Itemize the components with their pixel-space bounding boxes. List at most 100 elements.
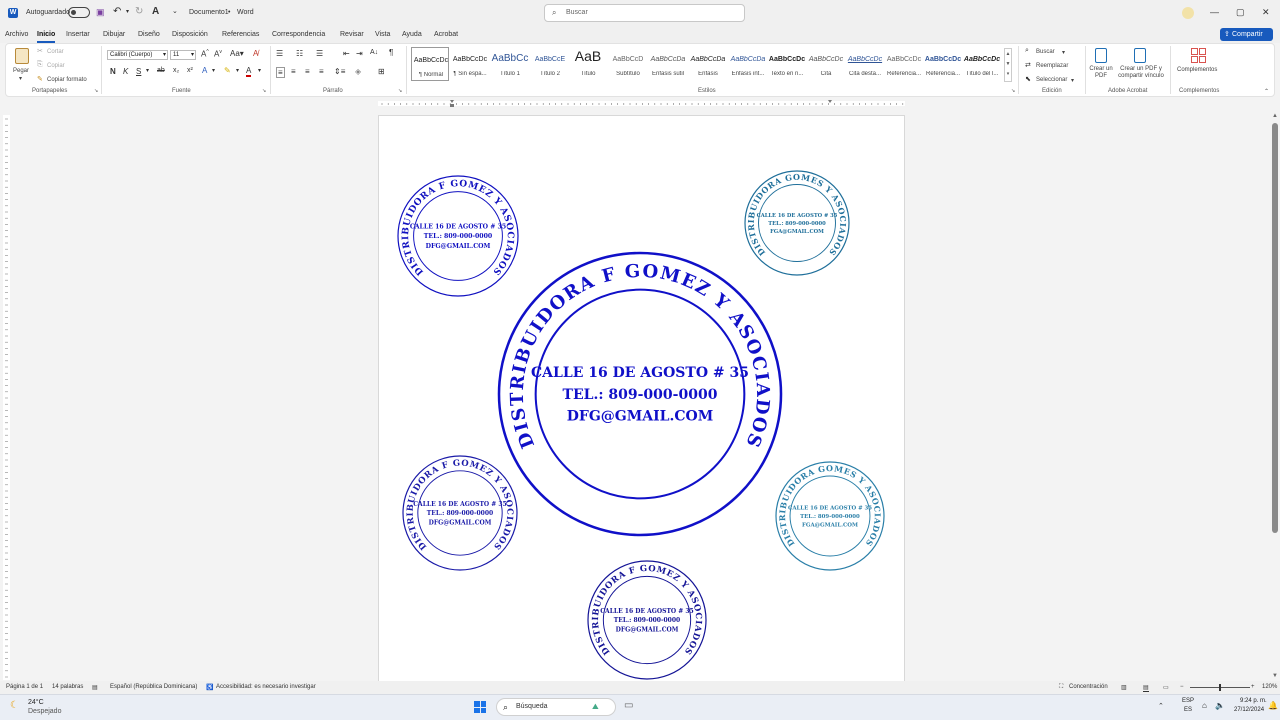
format-painter-icon[interactable]: ✎ [37, 75, 43, 83]
bullets-icon[interactable]: ☰ [276, 49, 283, 58]
company-stamp[interactable]: DISTRIBUIDORA GOMES Y ASOCIADOSCALLE 16 … [775, 461, 885, 571]
network-icon[interactable]: ⌂ [1202, 701, 1207, 710]
justify-icon[interactable]: ≡ [319, 67, 324, 76]
styles-launcher-icon[interactable]: ↘ [1011, 88, 1015, 94]
style-heading-1[interactable]: AaBbCc Título 1 [491, 47, 529, 81]
font-name-select[interactable]: Calibri (Cuerpo) ▾ [107, 50, 168, 60]
tray-overflow-icon[interactable]: ⌃ [1158, 702, 1164, 710]
style-no-spacing[interactable]: AaBbCcDc ¶ Sin espa... [451, 47, 489, 81]
clipboard-launcher-icon[interactable]: ↘ [94, 88, 98, 94]
tab-disposicion[interactable]: Disposición [172, 31, 208, 38]
style-normal[interactable]: AaBbCcDc ¶ Normal [411, 47, 449, 81]
tab-correspondencia[interactable]: Correspondencia [272, 31, 325, 38]
font-size-select[interactable]: 11 ▾ [170, 50, 196, 60]
read-mode-icon[interactable]: ▥ [1121, 684, 1127, 691]
language-status[interactable]: Español (República Dominicana) [110, 684, 197, 690]
start-icon[interactable] [474, 701, 486, 713]
share-button[interactable]: ⇪ Compartir [1220, 28, 1273, 41]
find-button[interactable]: Buscar [1036, 49, 1055, 55]
style-intense-reference[interactable]: AaBbCcDc Referencia... [924, 47, 962, 81]
align-right-icon[interactable]: ≡ [305, 67, 310, 76]
vertical-scrollbar[interactable] [1272, 123, 1278, 533]
maximize-icon[interactable]: ▢ [1236, 7, 1245, 18]
decrease-indent-icon[interactable]: ⇤ [343, 49, 350, 58]
copy-button[interactable]: Copiar [47, 63, 65, 69]
grow-font-icon[interactable]: A^ [201, 49, 209, 59]
company-stamp[interactable]: DISTRIBUIDORA GOMES Y ASOCIADOSCALLE 16 … [744, 170, 850, 276]
undo-icon[interactable]: ↶ [113, 6, 121, 17]
align-center-icon[interactable]: ≡ [291, 67, 296, 76]
zoom-level[interactable]: 120% [1262, 684, 1277, 690]
document-page[interactable]: DISTRIBUIDORA F GOMEZ Y ASOCIADOS CALLE 1… [378, 115, 905, 685]
subscript-icon[interactable]: x₂ [173, 67, 179, 74]
font-color-quick-icon[interactable]: A [152, 6, 159, 17]
font-color-dropdown-icon[interactable]: ▾ [258, 67, 261, 74]
clock-date[interactable]: 27/12/2024 [1234, 707, 1264, 713]
style-book-title[interactable]: AaBbCcDc Título del l... [963, 47, 1001, 81]
task-view-icon[interactable]: ▭ [624, 700, 633, 711]
align-left-icon[interactable]: ≡ [276, 67, 285, 78]
style-subtitle[interactable]: AaBbCcD Subtítulo [609, 47, 647, 81]
superscript-icon[interactable]: x² [187, 67, 193, 74]
show-formatting-icon[interactable]: ¶ [389, 48, 393, 57]
company-stamp[interactable]: DISTRIBUIDORA F GOMEZ Y ASOCIADOSCALLE 1… [497, 251, 783, 537]
notifications-icon[interactable]: 🔔 [1268, 701, 1278, 710]
close-icon[interactable]: ✕ [1262, 7, 1270, 18]
select-button[interactable]: Seleccionar [1036, 77, 1067, 83]
print-layout-icon[interactable]: ▤ [1143, 684, 1149, 692]
web-layout-icon[interactable]: ▭ [1163, 684, 1169, 691]
replace-button[interactable]: Reemplazar [1036, 63, 1068, 69]
clear-formatting-icon[interactable]: A̸ [253, 49, 258, 58]
style-strong[interactable]: AaBbCcDc Texto en n... [768, 47, 806, 81]
multilevel-list-icon[interactable]: ☰ [316, 49, 323, 58]
line-spacing-icon[interactable]: ⇕≡ [334, 67, 345, 76]
select-dropdown-icon[interactable]: ▾ [1071, 77, 1074, 84]
company-stamp[interactable]: DISTRIBUIDORA F GOMEZ Y ASOCIADOSCALLE 1… [402, 455, 518, 571]
company-stamp[interactable]: DISTRIBUIDORA F GOMEZ Y ASOCIADOSCALLE 1… [587, 560, 707, 680]
replace-icon[interactable]: ⇄ [1025, 61, 1031, 69]
cut-icon[interactable]: ✂ [37, 47, 43, 55]
tab-insertar[interactable]: Insertar [66, 31, 90, 38]
text-effects-icon[interactable]: A [202, 66, 207, 75]
minimize-icon[interactable]: — [1210, 7, 1219, 17]
tab-vista[interactable]: Vista [375, 31, 390, 38]
profile-avatar[interactable] [1182, 7, 1194, 19]
shading-icon[interactable]: ◈ [355, 67, 361, 76]
company-stamp[interactable]: DISTRIBUIDORA F GOMEZ Y ASOCIADOSCALLE 1… [397, 175, 519, 297]
copy-icon[interactable]: ⎘ [37, 61, 43, 69]
cut-button[interactable]: Cortar [47, 49, 64, 55]
zoom-slider-thumb[interactable] [1219, 684, 1221, 691]
customize-toolbar-icon[interactable]: ⌄ [172, 7, 178, 15]
accessibility-status[interactable]: Accesibilidad: es necesario investigar [216, 684, 316, 690]
style-heading-2[interactable]: AaBbCcE Título 2 [531, 47, 569, 81]
paste-button[interactable]: Pegar [13, 68, 29, 74]
focus-button[interactable]: Concentración [1069, 684, 1108, 690]
scroll-down-icon[interactable]: ▼ [1272, 673, 1278, 679]
search-input[interactable]: ⌕ Buscar [544, 4, 745, 22]
tab-diseno[interactable]: Diseño [138, 31, 160, 38]
highlight-dropdown-icon[interactable]: ▾ [236, 67, 239, 74]
create-share-pdf-button[interactable]: Crear un PDF y compartir vínculo [1114, 66, 1168, 80]
underline-dropdown-icon[interactable]: ▾ [146, 67, 149, 74]
text-effects-dropdown-icon[interactable]: ▾ [212, 67, 215, 74]
style-subtle-emphasis[interactable]: AaBbCcDa Énfasis sutil [649, 47, 687, 81]
page-count[interactable]: Página 1 de 1 [6, 684, 43, 690]
tab-referencias[interactable]: Referencias [222, 31, 259, 38]
paste-icon[interactable] [15, 48, 29, 64]
zoom-out-icon[interactable]: − [1180, 684, 1184, 690]
scroll-up-icon[interactable]: ▲ [1272, 113, 1278, 119]
tab-revisar[interactable]: Revisar [340, 31, 364, 38]
strikethrough-icon[interactable]: ab [157, 67, 165, 74]
horizontal-ruler[interactable] [378, 100, 905, 107]
word-count[interactable]: 14 palabras [52, 684, 83, 690]
clock-time[interactable]: 9:24 p. m. [1240, 698, 1267, 704]
change-case-icon[interactable]: Aa▾ [230, 49, 244, 58]
vertical-ruler[interactable] [3, 115, 10, 680]
font-color-icon[interactable]: A [246, 66, 252, 77]
undo-dropdown-icon[interactable]: ▾ [126, 8, 129, 15]
select-icon[interactable]: ⬉ [1025, 75, 1031, 83]
shrink-font-icon[interactable]: Av [214, 49, 222, 59]
volume-icon[interactable]: 🔈 [1215, 701, 1225, 710]
tab-dibujar[interactable]: Dibujar [103, 31, 125, 38]
proofing-icon[interactable]: ▤ [92, 684, 98, 691]
